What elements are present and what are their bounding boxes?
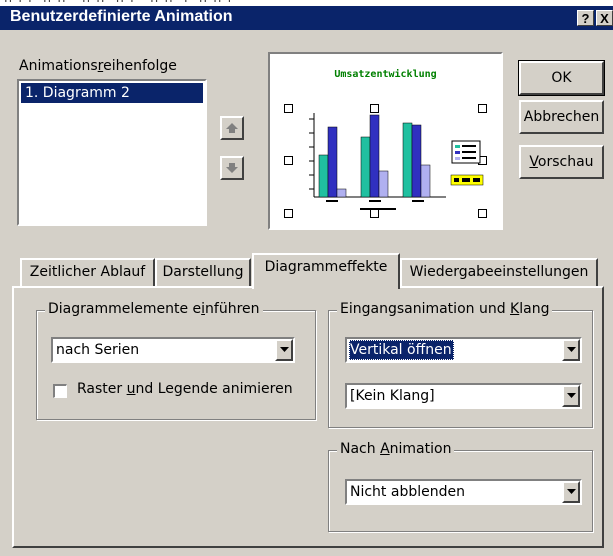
introduce-elements-legend: Diagrammelemente einführen (45, 301, 263, 317)
selection-handle (284, 104, 293, 113)
selection-handle (284, 156, 293, 165)
dropdown-button[interactable] (562, 481, 580, 503)
entry-animation-group: Eingangsanimation und Klang Vertikal öff… (328, 301, 593, 428)
dropdown-button[interactable] (275, 339, 293, 361)
chart-effects-panel: Diagrammelemente einführen nach Serien R… (12, 286, 604, 548)
dialog-title: Benutzerdefinierte Animation (10, 8, 233, 25)
animate-grid-legend-checkbox[interactable] (53, 384, 67, 398)
dropdown-button[interactable] (562, 339, 580, 361)
entry-animation-legend: Eingangsanimation und Klang (337, 301, 553, 317)
tab-chart-effects[interactable]: Diagrammeffekte (252, 253, 400, 289)
after-animation-select[interactable]: Nicht abblenden (345, 479, 582, 505)
arrow-down-icon (226, 163, 238, 173)
dropdown-button[interactable] (562, 385, 580, 407)
cancel-button[interactable]: Abbrechen (519, 100, 604, 134)
animation-order-label: Animationsreihenfolge (19, 58, 177, 74)
preview-chart-title: Umsatzentwicklung (334, 69, 437, 80)
introduce-elements-group: Diagrammelemente einführen nach Serien R… (36, 301, 316, 420)
introduce-elements-value: nach Serien (56, 342, 140, 358)
introduce-elements-select[interactable]: nach Serien (51, 337, 295, 363)
selection-handle (284, 209, 293, 218)
sound-select[interactable]: [Kein Klang] (345, 383, 582, 409)
title-bar: Benutzerdefinierte Animation ? X (0, 6, 613, 30)
entry-effect-value: Vertikal öffnen (349, 340, 454, 360)
move-down-button[interactable] (220, 156, 244, 180)
ok-button[interactable]: OK (518, 60, 605, 96)
chevron-down-icon (567, 393, 576, 398)
preview-chart-thumbnail (309, 113, 484, 210)
tab-display[interactable]: Darstellung (155, 258, 251, 286)
chevron-down-icon (280, 347, 289, 352)
animation-preview: Umsatzentwicklung (268, 52, 503, 230)
sound-value: [Kein Klang] (350, 388, 435, 404)
after-animation-group: Nach Animation Nicht abblenden (328, 441, 593, 532)
animate-grid-legend-label: Raster und Legende animieren (77, 381, 293, 397)
tab-timing[interactable]: Zeitlicher Ablauf (20, 258, 155, 286)
chevron-down-icon (567, 347, 576, 352)
preview-button[interactable]: Vorschau (519, 145, 604, 179)
after-animation-value: Nicht abblenden (350, 484, 465, 500)
tab-playback-settings[interactable]: Wiedergabeeinstellungen (400, 258, 598, 286)
after-animation-legend: Nach Animation (337, 441, 455, 457)
chevron-down-icon (567, 489, 576, 494)
help-button[interactable]: ? (577, 10, 594, 26)
entry-effect-select[interactable]: Vertikal öffnen (345, 337, 582, 363)
list-item[interactable]: 1. Diagramm 2 (21, 83, 203, 103)
arrow-up-icon (226, 123, 238, 133)
animation-order-list[interactable]: 1. Diagramm 2 (17, 79, 207, 226)
move-up-button[interactable] (220, 116, 244, 140)
close-button[interactable]: X (596, 10, 613, 26)
custom-animation-dialog: Benutzerdefinierte Animation ? X Animati… (0, 6, 613, 556)
